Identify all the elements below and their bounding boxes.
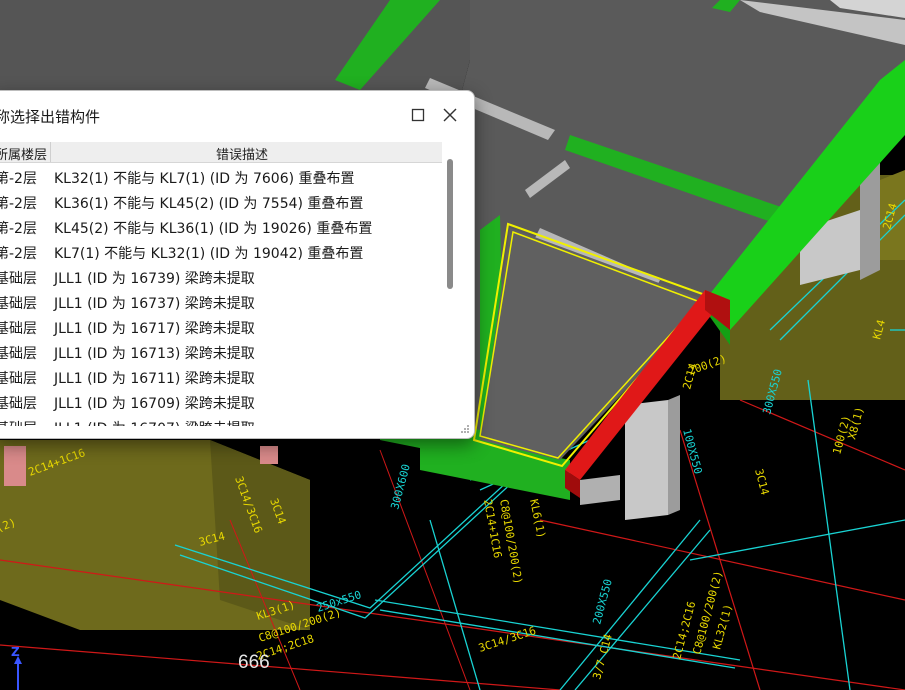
row-floor: 基础层 [0, 296, 37, 312]
column [625, 400, 668, 520]
row-floor: 第-2层 [0, 171, 37, 187]
row-description: KL45(2) 不能与 KL36(1) (ID 为 19026) 重叠布置 [54, 221, 373, 237]
resize-grip-icon[interactable] [460, 424, 470, 434]
row-description: JLL1 (ID 为 16739) 梁跨未提取 [54, 271, 255, 287]
column-header-description[interactable]: 错误描述 [216, 144, 268, 163]
row-description: JLL1 (ID 为 16709) 梁跨未提取 [54, 396, 255, 412]
row-description: JLL1 (ID 为 16707) 梁跨未提取 [54, 418, 255, 426]
column-divider[interactable] [50, 142, 51, 162]
maximize-icon [411, 108, 425, 122]
error-components-dialog: 称选择出错构件 所属楼层 错误描述 第-2层 KL32(1) 不能与 KL7(1)… [0, 90, 475, 439]
table-row[interactable]: 基础层 JLL1 (ID 为 16709) 梁跨未提取 [0, 389, 442, 414]
column [668, 395, 680, 515]
table-row[interactable]: 第-2层 KL7(1) 不能与 KL32(1) (ID 为 19042) 重叠布置 [0, 239, 442, 264]
row-description: JLL1 (ID 为 16717) 梁跨未提取 [54, 321, 255, 337]
column-stub [260, 446, 278, 464]
row-floor: 基础层 [0, 321, 37, 337]
row-description: JLL1 (ID 为 16737) 梁跨未提取 [54, 296, 255, 312]
dialog-titlebar[interactable]: 称选择出错构件 [0, 91, 474, 137]
row-description: JLL1 (ID 为 16713) 梁跨未提取 [54, 346, 255, 362]
view-counter: 666 [238, 652, 270, 673]
close-button[interactable] [439, 104, 461, 126]
table-row[interactable]: 第-2层 KL36(1) 不能与 KL45(2) (ID 为 7554) 重叠布置 [0, 189, 442, 214]
table-row[interactable]: 基础层 JLL1 (ID 为 16707) 梁跨未提取 [0, 414, 442, 426]
table-row[interactable]: 基础层 JLL1 (ID 为 16713) 梁跨未提取 [0, 339, 442, 364]
row-floor: 基础层 [0, 271, 37, 287]
table-row[interactable]: 第-2层 KL45(2) 不能与 KL36(1) (ID 为 19026) 重叠布… [0, 214, 442, 239]
dialog-title: 称选择出错构件 [0, 108, 101, 126]
row-floor: 第-2层 [0, 196, 37, 212]
row-description: KL7(1) 不能与 KL32(1) (ID 为 19042) 重叠布置 [54, 246, 364, 262]
row-floor: 基础层 [0, 346, 37, 362]
column-stub [4, 446, 26, 486]
table-row[interactable]: 基础层 JLL1 (ID 为 16739) 梁跨未提取 [0, 264, 442, 289]
row-description: KL32(1) 不能与 KL7(1) (ID 为 7606) 重叠布置 [54, 171, 355, 187]
row-floor: 第-2层 [0, 221, 37, 237]
table-row[interactable]: 基础层 JLL1 (ID 为 16737) 梁跨未提取 [0, 289, 442, 314]
row-description: JLL1 (ID 为 16711) 梁跨未提取 [54, 371, 255, 387]
scrollbar-thumb[interactable] [447, 159, 453, 289]
row-description: KL36(1) 不能与 KL45(2) (ID 为 7554) 重叠布置 [54, 196, 364, 212]
axis-z-label: Z [11, 645, 20, 659]
maximize-button[interactable] [407, 104, 429, 126]
row-floor: 基础层 [0, 418, 37, 426]
row-floor: 基础层 [0, 396, 37, 412]
table-row[interactable]: 第-2层 KL32(1) 不能与 KL7(1) (ID 为 7606) 重叠布置 [0, 164, 442, 189]
table-row[interactable]: 基础层 JLL1 (ID 为 16717) 梁跨未提取 [0, 314, 442, 339]
row-floor: 基础层 [0, 371, 37, 387]
column [580, 475, 620, 505]
vertical-scrollbar[interactable] [445, 156, 455, 425]
table-row[interactable]: 基础层 JLL1 (ID 为 16711) 梁跨未提取 [0, 364, 442, 389]
close-icon [443, 108, 457, 122]
error-list: 第-2层KL32(1) 不能与 KL7(1) (ID 为 7606) 重叠布置 … [0, 164, 442, 426]
column-header-floor[interactable]: 所属楼层 [0, 144, 47, 163]
table-header: 所属楼层 错误描述 [0, 142, 442, 163]
row-floor: 第-2层 [0, 246, 37, 262]
